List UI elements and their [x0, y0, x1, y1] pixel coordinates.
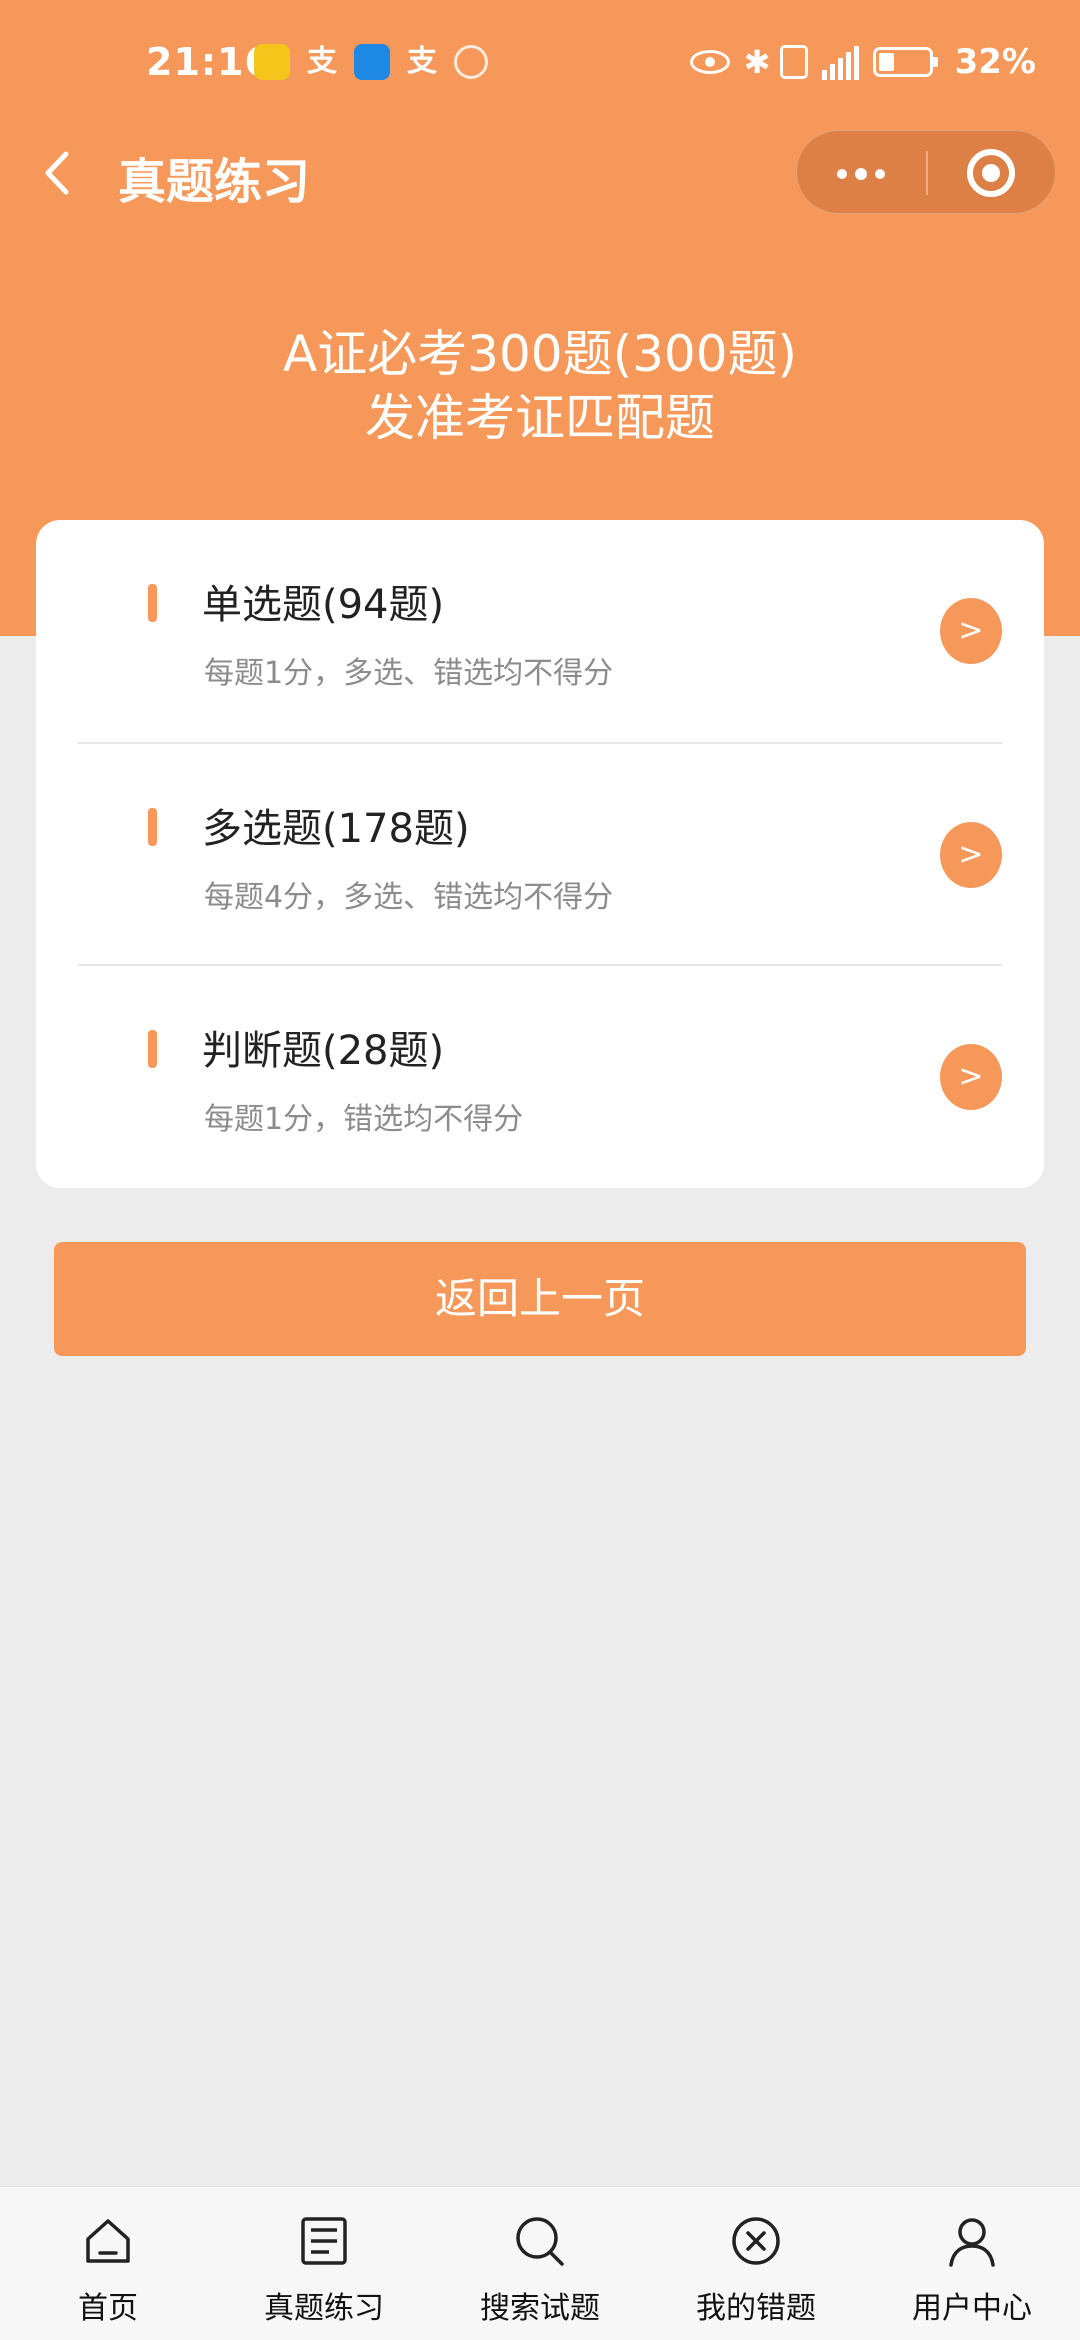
page-title: 真题练习: [118, 154, 311, 210]
exam-banner: A证必考300题(300题) 发准考证匹配题: [0, 322, 1080, 450]
return-previous-page-button[interactable]: 返回上一页: [54, 1242, 1026, 1356]
notification-app-icon: [254, 44, 290, 80]
weather-icon: [354, 44, 390, 80]
hotspot-icon: [454, 45, 488, 79]
cell-signal-icon: [821, 44, 859, 80]
battery-icon: [872, 47, 938, 77]
exam-subtitle: 发准考证匹配题: [365, 389, 715, 447]
tab-search[interactable]: 搜索试题: [432, 2187, 648, 2340]
enter-arrow-button[interactable]: >: [940, 822, 1002, 888]
question-type-title: 单选题(94题): [202, 582, 445, 628]
tab-label: 用户中心: [912, 2291, 1032, 2326]
mini-program-capsule: [796, 130, 1056, 214]
tab-user-center[interactable]: 用户中心: [864, 2187, 1080, 2340]
user-icon: [949, 2218, 995, 2267]
tab-wrong-questions[interactable]: 我的错题: [648, 2187, 864, 2340]
status-app-icons: 支 支: [254, 44, 488, 80]
bottom-tab-bar: 首页 真题练习 搜索试题 我的错题 用户中心: [0, 2186, 1080, 2340]
status-system-icons: ✱ 32%: [689, 42, 1036, 82]
back-arrow-button[interactable]: [34, 140, 80, 206]
battery-level: [878, 53, 894, 71]
tab-label: 我的错题: [696, 2291, 816, 2326]
eye-comfort-icon: [689, 50, 730, 74]
question-type-desc: 每题1分，多选、错选均不得分: [204, 656, 614, 691]
tab-label: 真题练习: [264, 2291, 384, 2326]
accent-bar: [148, 584, 157, 622]
enter-arrow-button[interactable]: >: [940, 598, 1002, 664]
question-type-desc: 每题1分，错选均不得分: [204, 1102, 524, 1137]
tab-label: 搜索试题: [480, 2291, 600, 2326]
tab-practice[interactable]: 真题练习: [216, 2187, 432, 2340]
question-type-single[interactable]: 单选题(94题) 每题1分，多选、错选均不得分 >: [78, 520, 1002, 742]
question-type-multiple[interactable]: 多选题(178题) 每题4分，多选、错选均不得分 >: [78, 742, 1002, 966]
capsule-divider: [926, 151, 928, 195]
tab-home[interactable]: 首页: [0, 2187, 216, 2340]
question-type-title: 多选题(178题): [202, 806, 470, 852]
wrong-icon: [732, 2217, 780, 2265]
alipay-icon: 支: [407, 44, 437, 79]
question-type-judgement[interactable]: 判断题(28题) 每题1分，错选均不得分 >: [78, 964, 1002, 1188]
question-type-card: 单选题(94题) 每题1分，多选、错选均不得分 > 多选题(178题) 每题4分…: [36, 520, 1044, 1188]
accent-bar: [148, 1030, 157, 1068]
exam-title: A证必考300题(300题): [282, 325, 798, 383]
bluetooth-icon: ✱: [743, 43, 771, 81]
status-bar: 21:16 支 支 ✱ 32%: [0, 0, 1080, 130]
close-mini-program-button[interactable]: [967, 149, 1015, 197]
tab-label: 首页: [78, 2291, 138, 2326]
battery-percent: 32%: [954, 42, 1036, 82]
page: 21:16 支 支 ✱ 32% 真题练习 A证必考300题(300题) 发准考证…: [0, 0, 1080, 2340]
question-type-title: 判断题(28题): [202, 1028, 445, 1074]
vibrate-icon: [779, 45, 808, 79]
chevron-left-icon: [45, 151, 69, 195]
enter-arrow-button[interactable]: >: [940, 1044, 1002, 1110]
accent-bar: [148, 808, 157, 846]
home-icon: [86, 2219, 130, 2263]
search-icon: [516, 2217, 564, 2266]
more-options-button[interactable]: [825, 149, 899, 197]
question-type-desc: 每题4分，多选、错选均不得分: [204, 880, 614, 915]
alipay-icon: 支: [307, 44, 337, 79]
list-icon: [301, 2217, 347, 2265]
